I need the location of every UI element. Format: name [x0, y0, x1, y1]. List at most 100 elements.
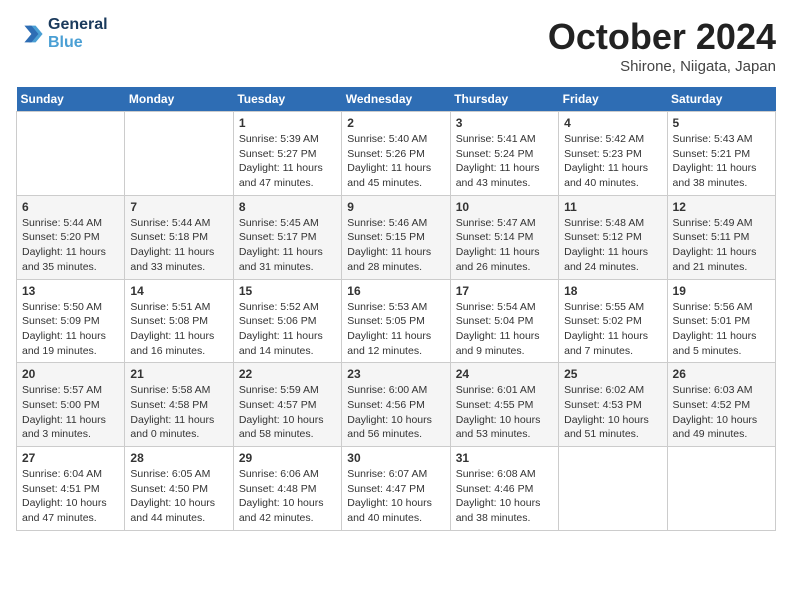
day-content: Sunrise: 6:01 AM Sunset: 4:55 PM Dayligh…	[456, 383, 553, 442]
calendar-cell: 31 Sunrise: 6:08 AM Sunset: 4:46 PM Dayli…	[450, 447, 558, 531]
calendar-cell: 8Sunrise: 5:45 AM Sunset: 5:17 PM Daylig…	[233, 195, 341, 279]
day-number: 20	[22, 367, 119, 381]
calendar-cell: 6 Sunrise: 5:44 AM Sunset: 5:20 PM Daylig…	[17, 195, 125, 279]
calendar-cell: 21 Sunrise: 5:58 AM Sunset: 4:58 PM Dayli…	[125, 363, 233, 447]
day-content: Sunrise: 5:39 AM Sunset: 5:27 PM Dayligh…	[239, 132, 336, 191]
day-number: 5	[673, 116, 770, 130]
weekday-header-tuesday: Tuesday	[233, 87, 341, 112]
day-number: 14	[130, 284, 227, 298]
calendar-cell	[559, 447, 667, 531]
page-header: General Blue October 2024 Shirone, Niiga…	[16, 16, 776, 75]
day-content: Sunrise: 5:41 AM Sunset: 5:24 PM Dayligh…	[456, 132, 553, 191]
day-number: 31	[456, 451, 553, 465]
day-number: 23	[347, 367, 444, 381]
day-content: Sunrise: 5:54 AM Sunset: 5:04 PM Dayligh…	[456, 300, 553, 359]
day-number: 6	[22, 200, 119, 214]
day-number: 17	[456, 284, 553, 298]
day-number: 1	[239, 116, 336, 130]
calendar-cell: 7 Sunrise: 5:44 AM Sunset: 5:18 PM Daylig…	[125, 195, 233, 279]
calendar-cell: 4Sunrise: 5:42 AM Sunset: 5:23 PM Daylig…	[559, 112, 667, 196]
calendar-cell: 23Sunrise: 6:00 AM Sunset: 4:56 PM Dayli…	[342, 363, 450, 447]
calendar-cell: 11 Sunrise: 5:48 AM Sunset: 5:12 PM Dayli…	[559, 195, 667, 279]
calendar-cell: 13 Sunrise: 5:50 AM Sunset: 5:09 PM Dayli…	[17, 279, 125, 363]
calendar-table: SundayMondayTuesdayWednesdayThursdayFrid…	[16, 87, 776, 531]
day-content: Sunrise: 5:46 AM Sunset: 5:15 PM Dayligh…	[347, 216, 444, 275]
day-number: 26	[673, 367, 770, 381]
day-number: 15	[239, 284, 336, 298]
day-number: 19	[673, 284, 770, 298]
weekday-header-saturday: Saturday	[667, 87, 775, 112]
week-row-5: 27 Sunrise: 6:04 AM Sunset: 4:51 PM Dayli…	[17, 447, 776, 531]
day-number: 27	[22, 451, 119, 465]
day-content: Sunrise: 6:08 AM Sunset: 4:46 PM Dayligh…	[456, 467, 553, 526]
day-content: Sunrise: 5:57 AM Sunset: 5:00 PM Dayligh…	[22, 383, 119, 442]
calendar-cell	[667, 447, 775, 531]
month-title: October 2024	[548, 16, 776, 58]
day-content: Sunrise: 5:58 AM Sunset: 4:58 PM Dayligh…	[130, 383, 227, 442]
weekday-header-monday: Monday	[125, 87, 233, 112]
day-number: 4	[564, 116, 661, 130]
calendar-cell: 17 Sunrise: 5:54 AM Sunset: 5:04 PM Dayli…	[450, 279, 558, 363]
day-content: Sunrise: 6:07 AM Sunset: 4:47 PM Dayligh…	[347, 467, 444, 526]
day-content: Sunrise: 5:56 AM Sunset: 5:01 PM Dayligh…	[673, 300, 770, 359]
calendar-cell: 10Sunrise: 5:47 AM Sunset: 5:14 PM Dayli…	[450, 195, 558, 279]
day-number: 13	[22, 284, 119, 298]
calendar-cell: 3 Sunrise: 5:41 AM Sunset: 5:24 PM Daylig…	[450, 112, 558, 196]
title-block: October 2024 Shirone, Niigata, Japan	[548, 16, 776, 75]
day-content: Sunrise: 5:55 AM Sunset: 5:02 PM Dayligh…	[564, 300, 661, 359]
day-content: Sunrise: 5:43 AM Sunset: 5:21 PM Dayligh…	[673, 132, 770, 191]
weekday-header-wednesday: Wednesday	[342, 87, 450, 112]
day-number: 3	[456, 116, 553, 130]
day-number: 7	[130, 200, 227, 214]
calendar-cell: 24 Sunrise: 6:01 AM Sunset: 4:55 PM Dayli…	[450, 363, 558, 447]
calendar-cell: 30 Sunrise: 6:07 AM Sunset: 4:47 PM Dayli…	[342, 447, 450, 531]
day-content: Sunrise: 5:40 AM Sunset: 5:26 PM Dayligh…	[347, 132, 444, 191]
calendar-cell: 19 Sunrise: 5:56 AM Sunset: 5:01 PM Dayli…	[667, 279, 775, 363]
calendar-cell	[17, 112, 125, 196]
calendar-cell: 25 Sunrise: 6:02 AM Sunset: 4:53 PM Dayli…	[559, 363, 667, 447]
day-content: Sunrise: 5:52 AM Sunset: 5:06 PM Dayligh…	[239, 300, 336, 359]
week-row-4: 20 Sunrise: 5:57 AM Sunset: 5:00 PM Dayli…	[17, 363, 776, 447]
day-content: Sunrise: 6:02 AM Sunset: 4:53 PM Dayligh…	[564, 383, 661, 442]
day-number: 10	[456, 200, 553, 214]
day-number: 28	[130, 451, 227, 465]
weekday-header-friday: Friday	[559, 87, 667, 112]
calendar-cell: 22 Sunrise: 5:59 AM Sunset: 4:57 PM Dayli…	[233, 363, 341, 447]
day-number: 22	[239, 367, 336, 381]
day-number: 25	[564, 367, 661, 381]
week-row-1: 1 Sunrise: 5:39 AM Sunset: 5:27 PM Daylig…	[17, 112, 776, 196]
day-content: Sunrise: 5:50 AM Sunset: 5:09 PM Dayligh…	[22, 300, 119, 359]
day-content: Sunrise: 6:03 AM Sunset: 4:52 PM Dayligh…	[673, 383, 770, 442]
calendar-cell: 9Sunrise: 5:46 AM Sunset: 5:15 PM Daylig…	[342, 195, 450, 279]
logo-icon	[16, 20, 44, 48]
day-number: 30	[347, 451, 444, 465]
day-content: Sunrise: 6:04 AM Sunset: 4:51 PM Dayligh…	[22, 467, 119, 526]
logo-name-line1: General	[48, 16, 108, 34]
calendar-cell: 14 Sunrise: 5:51 AM Sunset: 5:08 PM Dayli…	[125, 279, 233, 363]
calendar-cell: 18 Sunrise: 5:55 AM Sunset: 5:02 PM Dayli…	[559, 279, 667, 363]
day-content: Sunrise: 5:49 AM Sunset: 5:11 PM Dayligh…	[673, 216, 770, 275]
day-number: 18	[564, 284, 661, 298]
day-content: Sunrise: 5:53 AM Sunset: 5:05 PM Dayligh…	[347, 300, 444, 359]
calendar-cell: 2 Sunrise: 5:40 AM Sunset: 5:26 PM Daylig…	[342, 112, 450, 196]
calendar-cell: 12Sunrise: 5:49 AM Sunset: 5:11 PM Dayli…	[667, 195, 775, 279]
calendar-cell: 26 Sunrise: 6:03 AM Sunset: 4:52 PM Dayli…	[667, 363, 775, 447]
calendar-cell: 15 Sunrise: 5:52 AM Sunset: 5:06 PM Dayli…	[233, 279, 341, 363]
calendar-cell: 27 Sunrise: 6:04 AM Sunset: 4:51 PM Dayli…	[17, 447, 125, 531]
day-number: 11	[564, 200, 661, 214]
calendar-cell: 29Sunrise: 6:06 AM Sunset: 4:48 PM Dayli…	[233, 447, 341, 531]
day-number: 24	[456, 367, 553, 381]
day-content: Sunrise: 5:59 AM Sunset: 4:57 PM Dayligh…	[239, 383, 336, 442]
calendar-cell: 16Sunrise: 5:53 AM Sunset: 5:05 PM Dayli…	[342, 279, 450, 363]
week-row-2: 6 Sunrise: 5:44 AM Sunset: 5:20 PM Daylig…	[17, 195, 776, 279]
day-number: 21	[130, 367, 227, 381]
day-content: Sunrise: 6:06 AM Sunset: 4:48 PM Dayligh…	[239, 467, 336, 526]
day-content: Sunrise: 5:44 AM Sunset: 5:18 PM Dayligh…	[130, 216, 227, 275]
calendar-cell: 5 Sunrise: 5:43 AM Sunset: 5:21 PM Daylig…	[667, 112, 775, 196]
day-content: Sunrise: 5:51 AM Sunset: 5:08 PM Dayligh…	[130, 300, 227, 359]
day-content: Sunrise: 5:44 AM Sunset: 5:20 PM Dayligh…	[22, 216, 119, 275]
day-content: Sunrise: 5:48 AM Sunset: 5:12 PM Dayligh…	[564, 216, 661, 275]
day-number: 2	[347, 116, 444, 130]
calendar-cell	[125, 112, 233, 196]
week-row-3: 13 Sunrise: 5:50 AM Sunset: 5:09 PM Dayli…	[17, 279, 776, 363]
